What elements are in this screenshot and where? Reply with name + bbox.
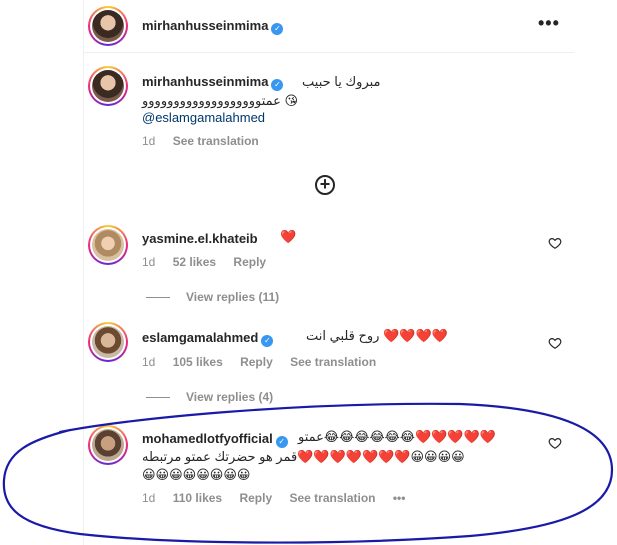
annotation-ellipse-icon xyxy=(2,402,614,544)
